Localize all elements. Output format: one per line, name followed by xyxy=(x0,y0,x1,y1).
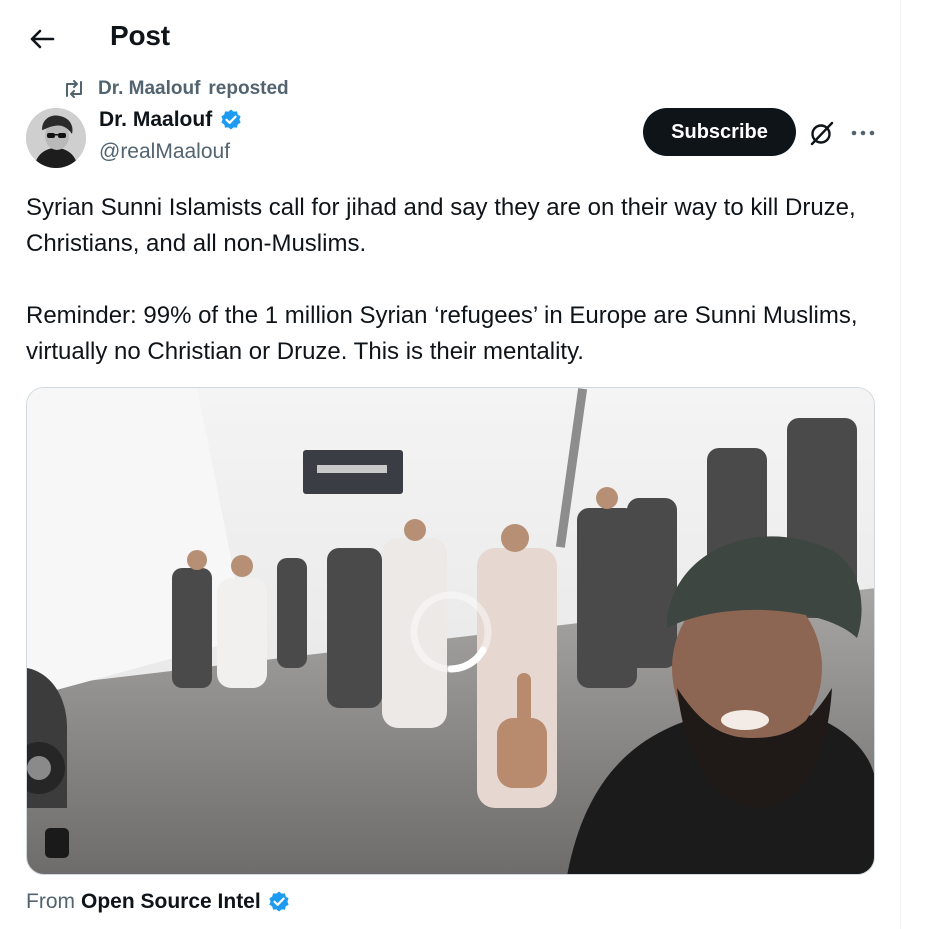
author-name[interactable]: Dr. Maalouf xyxy=(99,108,243,132)
video-frame-image xyxy=(27,388,874,874)
video-indicator-icon xyxy=(45,828,69,858)
column-border xyxy=(900,0,901,929)
more-icon[interactable] xyxy=(848,118,878,148)
tweet-text: Syrian Sunni Islamists call for jihad an… xyxy=(26,190,886,370)
video-player[interactable] xyxy=(26,387,875,875)
repost-user[interactable]: Dr. Maalouf xyxy=(98,78,200,100)
tweet-paragraph: Reminder: 99% of the 1 million Syrian ‘r… xyxy=(26,302,858,365)
grok-icon[interactable] xyxy=(807,118,837,148)
tweet-paragraph: Syrian Sunni Islamists call for jihad an… xyxy=(26,194,856,257)
page-title: Post xyxy=(110,20,170,51)
from-label: From xyxy=(26,890,75,913)
media-source-line: From Open Source Intel xyxy=(26,890,291,914)
author-handle[interactable]: @realMaalouf xyxy=(99,140,230,164)
subscribe-button[interactable]: Subscribe xyxy=(643,108,796,156)
repost-indicator[interactable]: Dr. Maalouf reposted xyxy=(62,78,289,100)
repost-icon xyxy=(66,80,82,98)
media-source-link[interactable]: Open Source Intel xyxy=(81,890,261,914)
verified-badge-icon xyxy=(267,890,291,914)
arrow-left-icon xyxy=(30,29,55,49)
avatar[interactable] xyxy=(26,108,86,168)
verified-badge-icon xyxy=(219,108,243,132)
back-button[interactable] xyxy=(22,22,62,56)
author-name-text: Dr. Maalouf xyxy=(99,108,213,131)
avatar-image xyxy=(26,108,86,168)
repost-verb: reposted xyxy=(208,78,289,99)
